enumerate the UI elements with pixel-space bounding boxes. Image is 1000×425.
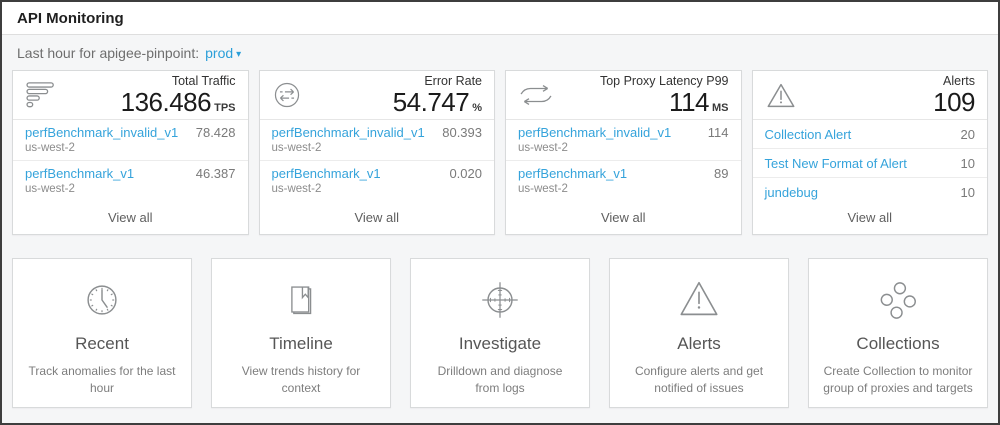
proxy-row: perfBenchmark_invalid_v1 80.393 us-west-… — [260, 120, 495, 161]
error-rate-card: Error Rate 54.747% perfBenchmark_invalid… — [259, 70, 496, 235]
latency-card: Top Proxy Latency P99 114MS perfBenchmar… — [505, 70, 742, 235]
alert-link[interactable]: Collection Alert — [765, 127, 852, 142]
proxy-region: us-west-2 — [518, 183, 729, 195]
alert-row: Collection Alert 20 — [753, 120, 988, 149]
proxy-value: 114 — [708, 125, 729, 140]
environment-dropdown[interactable]: prod▾ — [205, 45, 241, 61]
total-traffic-items: perfBenchmark_invalid_v1 78.428 us-west-… — [13, 120, 248, 201]
warning-triangle-icon — [765, 81, 797, 110]
nav-card-title: Investigate — [459, 334, 541, 354]
proxy-region: us-west-2 — [272, 142, 483, 154]
alert-link[interactable]: jundebug — [765, 185, 819, 200]
nav-card-title: Collections — [856, 334, 939, 354]
filter-label: Last hour for apigee-pinpoint: — [17, 45, 199, 61]
view-all-link[interactable]: View all — [260, 210, 495, 225]
metric-cards-row: Total Traffic 136.486TPS perfBenchmark_i… — [12, 70, 988, 235]
filter-bar: Last hour for apigee-pinpoint: prod▾ — [2, 35, 998, 70]
nav-card-recent[interactable]: Recent Track anomalies for the last hour — [12, 258, 192, 408]
alert-row: jundebug 10 — [753, 178, 988, 206]
nav-card-timeline[interactable]: Timeline View trends history for context — [211, 258, 391, 408]
total-traffic-card: Total Traffic 136.486TPS perfBenchmark_i… — [12, 70, 249, 235]
proxy-value: 89 — [714, 166, 728, 181]
proxy-row: perfBenchmark_v1 0.020 us-west-2 — [260, 161, 495, 201]
proxy-link[interactable]: perfBenchmark_v1 — [272, 166, 381, 181]
proxy-value: 46.387 — [196, 166, 236, 181]
alert-link[interactable]: Test New Format of Alert — [765, 156, 907, 171]
proxy-value: 80.393 — [442, 125, 482, 140]
latency-items: perfBenchmark_invalid_v1 114 us-west-2 p… — [506, 120, 741, 201]
metric-value: 109 — [933, 87, 975, 117]
error-rate-items: perfBenchmark_invalid_v1 80.393 us-west-… — [260, 120, 495, 201]
view-all-link[interactable]: View all — [506, 210, 741, 225]
alert-count: 10 — [961, 156, 975, 171]
nav-cards-row: Recent Track anomalies for the last hour… — [12, 258, 988, 408]
proxy-value: 0.020 — [449, 166, 482, 181]
metric-unit: TPS — [214, 102, 235, 114]
nav-card-description: Create Collection to monitor group of pr… — [809, 363, 987, 398]
clock-icon — [79, 277, 125, 323]
nav-card-collections[interactable]: Collections Create Collection to monitor… — [808, 258, 988, 408]
page-title: API Monitoring — [17, 10, 124, 27]
proxy-region: us-west-2 — [518, 142, 729, 154]
error-rate-head: Error Rate 54.747% — [260, 71, 495, 120]
traffic-bars-icon — [25, 81, 59, 109]
nav-card-title: Timeline — [269, 334, 333, 354]
proxy-row: perfBenchmark_v1 89 us-west-2 — [506, 161, 741, 201]
book-icon — [278, 277, 324, 323]
proxy-link[interactable]: perfBenchmark_v1 — [25, 166, 134, 181]
proxy-link[interactable]: perfBenchmark_invalid_v1 — [25, 125, 178, 140]
alert-row: Test New Format of Alert 10 — [753, 149, 988, 178]
nav-card-description: View trends history for context — [212, 363, 390, 398]
environment-value: prod — [205, 45, 233, 61]
alert-count: 20 — [961, 127, 975, 142]
alerts-head: Alerts 109 — [753, 71, 988, 120]
metric-value: 136.486 — [121, 87, 211, 117]
nav-card-title: Alerts — [677, 334, 720, 354]
metric-unit: MS — [712, 102, 729, 114]
proxy-region: us-west-2 — [272, 183, 483, 195]
proxy-region: us-west-2 — [25, 183, 236, 195]
proxy-value: 78.428 — [196, 125, 236, 140]
view-all-link[interactable]: View all — [13, 210, 248, 225]
metric-value: 54.747 — [393, 87, 470, 117]
alerts-card: Alerts 109 Collection Alert 20 Test New … — [752, 70, 989, 235]
total-traffic-head: Total Traffic 136.486TPS — [13, 71, 248, 120]
exchange-arrows-icon — [272, 80, 302, 110]
proxy-region: us-west-2 — [25, 142, 236, 154]
crosshair-icon — [477, 277, 523, 323]
view-all-link[interactable]: View all — [753, 210, 988, 225]
proxy-link[interactable]: perfBenchmark_invalid_v1 — [272, 125, 425, 140]
roundtrip-arrows-icon — [518, 81, 554, 109]
nav-card-title: Recent — [75, 334, 129, 354]
nav-card-investigate[interactable]: Investigate Drilldown and diagnose from … — [410, 258, 590, 408]
metric-unit: % — [472, 102, 482, 114]
nav-card-description: Track anomalies for the last hour — [13, 363, 191, 398]
warning-triangle-icon — [676, 277, 722, 323]
proxy-row: perfBenchmark_v1 46.387 us-west-2 — [13, 161, 248, 201]
nav-card-description: Configure alerts and get notified of iss… — [610, 363, 788, 398]
metric-title: Top Proxy Latency P99 — [600, 74, 729, 89]
alerts-items: Collection Alert 20 Test New Format of A… — [753, 120, 988, 206]
page-header: API Monitoring — [2, 2, 998, 35]
proxy-row: perfBenchmark_invalid_v1 78.428 us-west-… — [13, 120, 248, 161]
proxy-row: perfBenchmark_invalid_v1 114 us-west-2 — [506, 120, 741, 161]
proxy-link[interactable]: perfBenchmark_v1 — [518, 166, 627, 181]
nav-card-alerts[interactable]: Alerts Configure alerts and get notified… — [609, 258, 789, 408]
nav-card-description: Drilldown and diagnose from logs — [411, 363, 589, 398]
metric-value: 114 — [669, 87, 709, 117]
latency-head: Top Proxy Latency P99 114MS — [506, 71, 741, 120]
proxy-link[interactable]: perfBenchmark_invalid_v1 — [518, 125, 671, 140]
chevron-down-icon: ▾ — [236, 49, 241, 60]
alert-count: 10 — [961, 185, 975, 200]
circles-cluster-icon — [875, 277, 921, 323]
